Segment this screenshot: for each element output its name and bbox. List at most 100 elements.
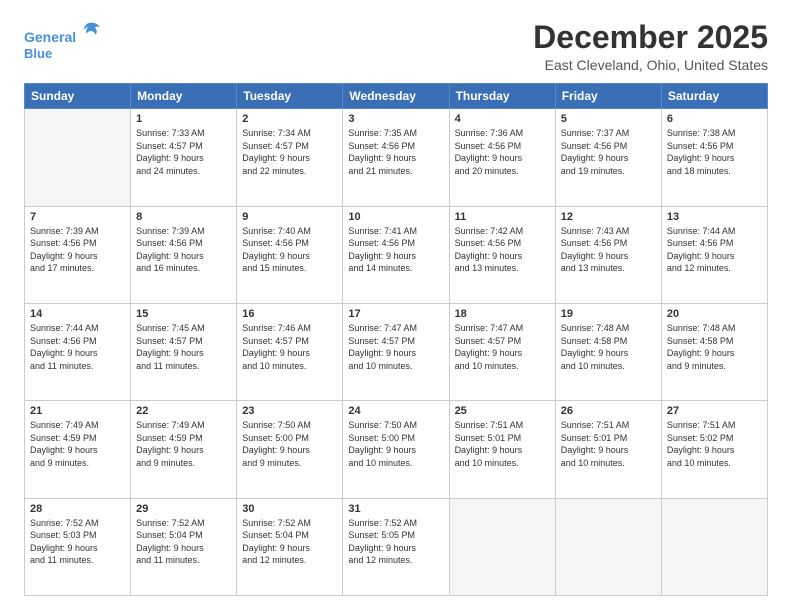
calendar-cell: 18 Sunrise: 7:47 AM Sunset: 4:57 PM Dayli… [449,303,555,400]
day-number: 12 [561,211,656,223]
calendar-cell: 29 Sunrise: 7:52 AM Sunset: 5:04 PM Dayli… [131,498,237,595]
calendar-header-row: SundayMondayTuesdayWednesdayThursdayFrid… [25,84,768,109]
calendar-week-row: 21 Sunrise: 7:49 AM Sunset: 4:59 PM Dayli… [25,401,768,498]
day-number: 13 [667,211,762,223]
calendar-day-header: Thursday [449,84,555,109]
main-title: December 2025 [533,20,768,55]
day-info: Sunrise: 7:51 AM Sunset: 5:01 PM Dayligh… [561,419,656,469]
logo-bird-icon [82,20,104,42]
calendar-cell: 16 Sunrise: 7:46 AM Sunset: 4:57 PM Dayli… [237,303,343,400]
calendar-cell: 1Sunrise: 7:33 AM Sunset: 4:57 PM Daylig… [131,109,237,206]
day-number: 3 [348,113,443,125]
day-info: Sunrise: 7:49 AM Sunset: 4:59 PM Dayligh… [136,419,231,469]
day-number: 27 [667,405,762,417]
day-number: 5 [561,113,656,125]
calendar-cell: 14Sunrise: 7:44 AM Sunset: 4:56 PM Dayli… [25,303,131,400]
day-number: 19 [561,308,656,320]
calendar-cell: 27 Sunrise: 7:51 AM Sunset: 5:02 PM Dayli… [661,401,767,498]
day-info: Sunrise: 7:42 AM Sunset: 4:56 PM Dayligh… [455,225,550,275]
day-info: Sunrise: 7:35 AM Sunset: 4:56 PM Dayligh… [348,127,443,177]
day-info: Sunrise: 7:48 AM Sunset: 4:58 PM Dayligh… [561,322,656,372]
calendar-cell: 23Sunrise: 7:50 AM Sunset: 5:00 PM Dayli… [237,401,343,498]
day-number: 26 [561,405,656,417]
calendar-day-header: Tuesday [237,84,343,109]
day-info: Sunrise: 7:52 AM Sunset: 5:05 PM Dayligh… [348,517,443,567]
calendar-cell [661,498,767,595]
day-number: 31 [348,503,443,515]
day-info: Sunrise: 7:36 AM Sunset: 4:56 PM Dayligh… [455,127,550,177]
day-info: Sunrise: 7:46 AM Sunset: 4:57 PM Dayligh… [242,322,337,372]
day-info: Sunrise: 7:51 AM Sunset: 5:02 PM Dayligh… [667,419,762,469]
calendar-cell: 9Sunrise: 7:40 AM Sunset: 4:56 PM Daylig… [237,206,343,303]
day-number: 28 [30,503,125,515]
logo-text: General [24,20,104,46]
day-number: 1 [136,113,231,125]
day-info: Sunrise: 7:52 AM Sunset: 5:04 PM Dayligh… [136,517,231,567]
day-number: 17 [348,308,443,320]
calendar-cell: 10 Sunrise: 7:41 AM Sunset: 4:56 PM Dayli… [343,206,449,303]
day-number: 22 [136,405,231,417]
day-number: 29 [136,503,231,515]
calendar-cell: 4 Sunrise: 7:36 AM Sunset: 4:56 PM Daylig… [449,109,555,206]
calendar-cell: 21 Sunrise: 7:49 AM Sunset: 4:59 PM Dayli… [25,401,131,498]
day-number: 4 [455,113,550,125]
day-number: 18 [455,308,550,320]
day-number: 2 [242,113,337,125]
calendar-cell [25,109,131,206]
day-number: 25 [455,405,550,417]
day-number: 9 [242,211,337,223]
logo-general: General [24,29,76,45]
day-number: 23 [242,405,337,417]
calendar-cell: 28 Sunrise: 7:52 AM Sunset: 5:03 PM Dayli… [25,498,131,595]
day-number: 30 [242,503,337,515]
calendar-week-row: 28 Sunrise: 7:52 AM Sunset: 5:03 PM Dayli… [25,498,768,595]
subtitle: East Cleveland, Ohio, United States [533,57,768,73]
calendar-cell: 24 Sunrise: 7:50 AM Sunset: 5:00 PM Dayli… [343,401,449,498]
logo: General Blue [24,20,104,61]
day-number: 24 [348,405,443,417]
calendar-cell: 8Sunrise: 7:39 AM Sunset: 4:56 PM Daylig… [131,206,237,303]
day-info: Sunrise: 7:47 AM Sunset: 4:57 PM Dayligh… [348,322,443,372]
day-info: Sunrise: 7:38 AM Sunset: 4:56 PM Dayligh… [667,127,762,177]
day-info: Sunrise: 7:37 AM Sunset: 4:56 PM Dayligh… [561,127,656,177]
calendar-cell: 3 Sunrise: 7:35 AM Sunset: 4:56 PM Daylig… [343,109,449,206]
calendar-day-header: Monday [131,84,237,109]
logo-blue: Blue [24,46,104,62]
calendar-cell: 26 Sunrise: 7:51 AM Sunset: 5:01 PM Dayli… [555,401,661,498]
calendar-cell: 12 Sunrise: 7:43 AM Sunset: 4:56 PM Dayli… [555,206,661,303]
calendar-cell: 22 Sunrise: 7:49 AM Sunset: 4:59 PM Dayli… [131,401,237,498]
day-info: Sunrise: 7:50 AM Sunset: 5:00 PM Dayligh… [348,419,443,469]
day-number: 21 [30,405,125,417]
day-info: Sunrise: 7:48 AM Sunset: 4:58 PM Dayligh… [667,322,762,372]
title-block: December 2025 East Cleveland, Ohio, Unit… [533,20,768,73]
day-number: 16 [242,308,337,320]
calendar-cell [555,498,661,595]
calendar-cell: 17 Sunrise: 7:47 AM Sunset: 4:57 PM Dayli… [343,303,449,400]
day-info: Sunrise: 7:43 AM Sunset: 4:56 PM Dayligh… [561,225,656,275]
day-info: Sunrise: 7:44 AM Sunset: 4:56 PM Dayligh… [667,225,762,275]
calendar-day-header: Wednesday [343,84,449,109]
day-info: Sunrise: 7:34 AM Sunset: 4:57 PM Dayligh… [242,127,337,177]
day-number: 20 [667,308,762,320]
day-info: Sunrise: 7:49 AM Sunset: 4:59 PM Dayligh… [30,419,125,469]
day-info: Sunrise: 7:52 AM Sunset: 5:03 PM Dayligh… [30,517,125,567]
page: General Blue December 2025 East Clevelan… [0,0,792,612]
day-info: Sunrise: 7:41 AM Sunset: 4:56 PM Dayligh… [348,225,443,275]
calendar-week-row: 7Sunrise: 7:39 AM Sunset: 4:56 PM Daylig… [25,206,768,303]
calendar-week-row: 14Sunrise: 7:44 AM Sunset: 4:56 PM Dayli… [25,303,768,400]
day-number: 7 [30,211,125,223]
calendar-cell: 11 Sunrise: 7:42 AM Sunset: 4:56 PM Dayli… [449,206,555,303]
calendar-cell: 31 Sunrise: 7:52 AM Sunset: 5:05 PM Dayli… [343,498,449,595]
day-number: 15 [136,308,231,320]
day-number: 11 [455,211,550,223]
calendar-cell: 5 Sunrise: 7:37 AM Sunset: 4:56 PM Daylig… [555,109,661,206]
calendar-week-row: 1Sunrise: 7:33 AM Sunset: 4:57 PM Daylig… [25,109,768,206]
calendar-cell: 19 Sunrise: 7:48 AM Sunset: 4:58 PM Dayli… [555,303,661,400]
day-info: Sunrise: 7:44 AM Sunset: 4:56 PM Dayligh… [30,322,125,372]
calendar-cell: 20 Sunrise: 7:48 AM Sunset: 4:58 PM Dayli… [661,303,767,400]
calendar-day-header: Friday [555,84,661,109]
day-info: Sunrise: 7:47 AM Sunset: 4:57 PM Dayligh… [455,322,550,372]
day-number: 10 [348,211,443,223]
calendar-table: SundayMondayTuesdayWednesdayThursdayFrid… [24,83,768,596]
day-number: 8 [136,211,231,223]
